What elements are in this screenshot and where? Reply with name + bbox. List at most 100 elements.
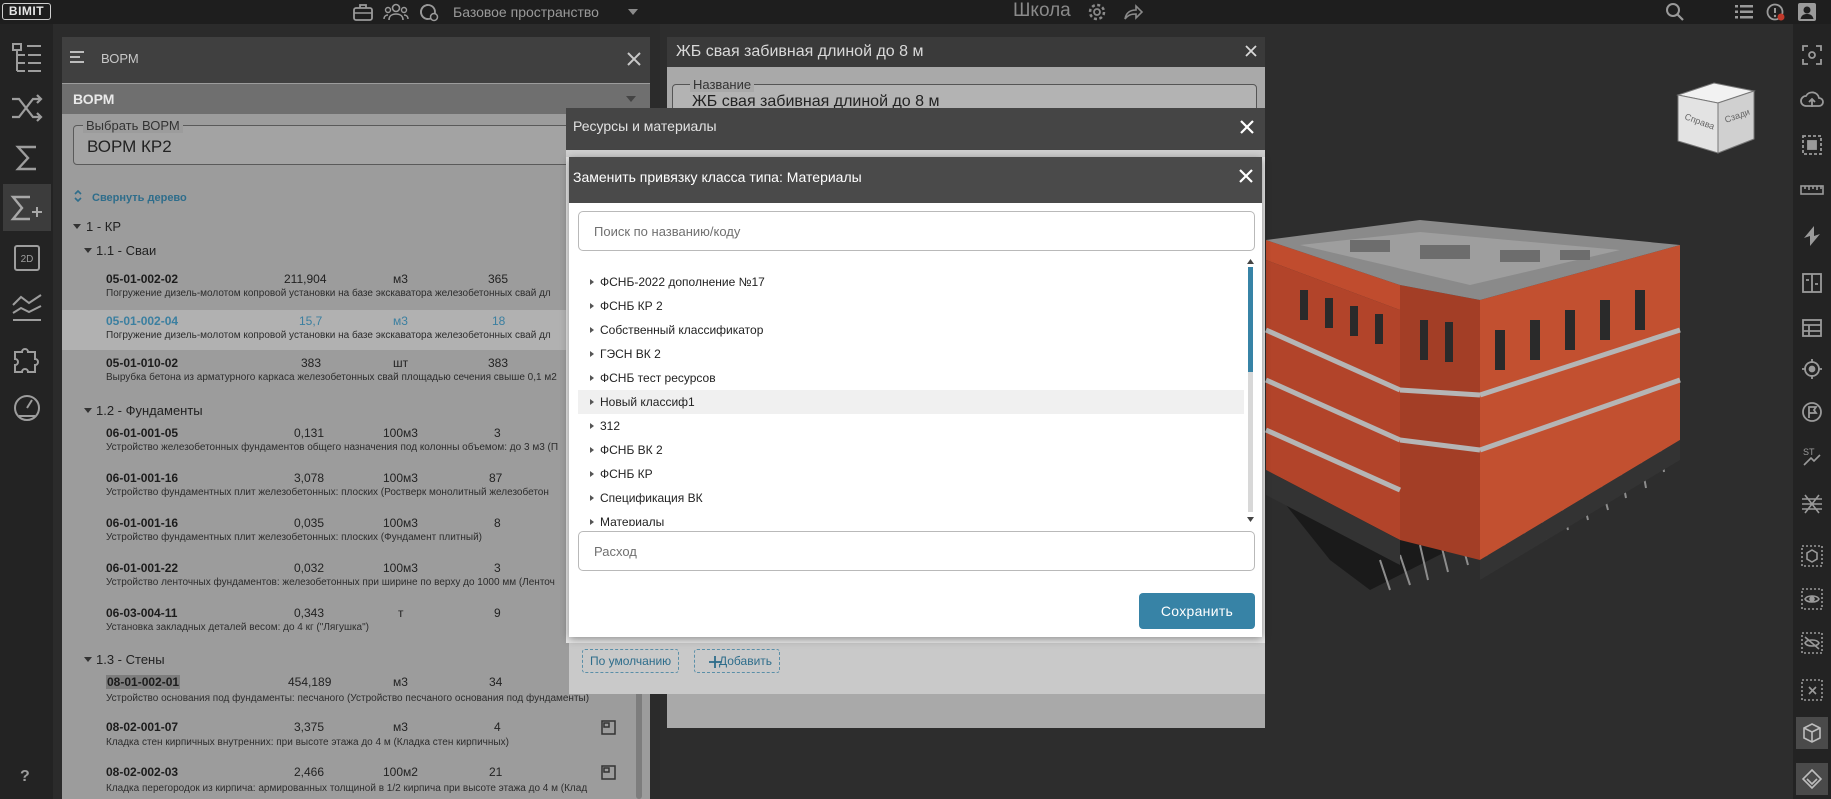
eye-off-icon[interactable] xyxy=(1796,627,1828,659)
rebar-icon[interactable] xyxy=(1796,488,1828,520)
default-button[interactable]: По умолчанию xyxy=(582,649,680,673)
classifier-scrollbar[interactable] xyxy=(1246,258,1255,523)
ruler-icon[interactable] xyxy=(1796,174,1828,206)
space-settings-icon[interactable] xyxy=(418,2,440,22)
close-icon[interactable] xyxy=(1244,44,1258,58)
drawing-icon[interactable] xyxy=(601,765,616,780)
tree-section-label[interactable]: 1.3 - Стены xyxy=(96,652,165,667)
list-icon[interactable] xyxy=(1733,2,1755,22)
grid-table-icon[interactable] xyxy=(1796,312,1828,344)
2d-icon[interactable]: 2D xyxy=(3,234,51,281)
navigation-cube[interactable]: Справа Сзади xyxy=(1674,79,1760,157)
caret-right-icon[interactable] xyxy=(590,423,594,429)
table-row[interactable]: 05-01-002-02 211,904 м3 365 Погружение д… xyxy=(62,266,640,310)
table-row[interactable]: 08-01-002-01 454,189 м3 34 Устройство ос… xyxy=(62,675,640,715)
user-icon[interactable] xyxy=(1796,2,1818,22)
shuffle-icon[interactable] xyxy=(3,84,51,131)
gauge-icon[interactable] xyxy=(3,384,51,431)
drawing-icon[interactable] xyxy=(601,720,616,735)
solid-cube-icon[interactable] xyxy=(1796,717,1828,749)
caret-right-icon[interactable] xyxy=(590,303,594,309)
consumption-placeholder: Расход xyxy=(594,544,637,559)
team-icon[interactable] xyxy=(383,2,409,22)
add-button[interactable]: Добавить xyxy=(694,649,781,673)
chevron-down-icon[interactable] xyxy=(626,96,636,102)
layers-icon[interactable] xyxy=(1796,763,1828,795)
classifier-item[interactable]: ФСНБ КР xyxy=(578,462,1244,486)
close-icon[interactable] xyxy=(626,51,642,67)
caret-right-icon[interactable] xyxy=(590,327,594,333)
classifier-item[interactable]: ФСНБ-2022 дополнение №17 xyxy=(578,270,1244,294)
select-box-icon[interactable] xyxy=(1796,129,1828,161)
row-count: 9 xyxy=(494,606,501,620)
sum-icon[interactable] xyxy=(3,134,51,181)
consumption-input[interactable] xyxy=(578,531,1255,571)
tree-icon[interactable] xyxy=(3,34,51,81)
help-icon[interactable]: ? xyxy=(20,768,30,786)
classifier-item[interactable]: Спецификация ВК xyxy=(578,486,1244,510)
classifier-item[interactable]: ФСНБ ВК 2 xyxy=(578,438,1244,462)
classifier-item[interactable]: Материалы xyxy=(578,510,1244,526)
space-selector[interactable]: Базовое пространство xyxy=(453,4,599,20)
focus-icon[interactable] xyxy=(1796,39,1828,71)
classifier-item[interactable]: ФСНБ тест ресурсов xyxy=(578,366,1244,390)
classifier-item[interactable]: ГЭСН ВК 2 xyxy=(578,342,1244,366)
caret-right-icon[interactable] xyxy=(590,279,594,285)
elevation-icon[interactable]: ST xyxy=(1796,440,1828,472)
classifier-item[interactable]: 312 xyxy=(578,414,1244,438)
caret-down-icon[interactable] xyxy=(84,408,92,413)
table-row[interactable]: 06-01-001-16 3,078 100м3 87 Устройство ф… xyxy=(62,471,640,511)
eye-icon[interactable] xyxy=(1796,583,1828,615)
caret-right-icon[interactable] xyxy=(590,447,594,453)
section-plane-icon[interactable] xyxy=(1796,220,1828,252)
vorm-panel-header xyxy=(62,37,650,83)
menu-icon[interactable] xyxy=(70,50,86,64)
tree-group-label[interactable]: 1 - КР xyxy=(86,219,121,234)
caret-right-icon[interactable] xyxy=(590,351,594,357)
close-icon[interactable] xyxy=(1238,168,1254,184)
table-row[interactable]: 06-01-001-05 0,131 100м3 3 Устройство же… xyxy=(62,426,640,466)
caret-right-icon[interactable] xyxy=(590,495,594,501)
puzzle-icon[interactable] xyxy=(3,334,51,381)
tree-section-label[interactable]: 1.1 - Сваи xyxy=(96,243,156,258)
sum-plus-icon[interactable] xyxy=(3,184,51,231)
notifications-icon[interactable] xyxy=(1764,2,1786,22)
vorm-section-header[interactable] xyxy=(62,84,650,114)
expand-collapse-icon[interactable] xyxy=(73,189,83,203)
target-icon[interactable] xyxy=(1796,353,1828,385)
cube-icon[interactable] xyxy=(1796,540,1828,572)
caret-down-icon[interactable] xyxy=(84,248,92,253)
table-row[interactable]: 06-01-001-22 0,032 100м3 3 Устройство ле… xyxy=(62,561,640,601)
caret-down-icon[interactable] xyxy=(84,657,92,662)
caret-right-icon[interactable] xyxy=(590,519,594,525)
vorm-select-value: ВОРМ КР2 xyxy=(87,137,172,156)
tree-section-label[interactable]: 1.2 - Фундаменты xyxy=(96,403,203,418)
classifier-item[interactable]: ФСНБ КР 2 xyxy=(578,294,1244,318)
table-row-selected[interactable]: 05-01-002-04 15,7 м3 18 Погружение дизел… xyxy=(62,310,640,350)
table-row[interactable]: 06-03-004-11 0,343 т 9 Установка закладн… xyxy=(62,606,640,646)
caret-right-icon[interactable] xyxy=(590,399,594,405)
table-row[interactable]: 08-02-002-03 2,466 100м2 21 Кладка перег… xyxy=(62,765,640,799)
table-row[interactable]: 08-02-001-07 3,375 м3 4 Кладка стен кирп… xyxy=(62,720,640,760)
save-button[interactable]: Сохранить xyxy=(1139,593,1255,629)
caret-down-icon[interactable] xyxy=(73,224,81,229)
caret-right-icon[interactable] xyxy=(590,375,594,381)
classifier-item[interactable]: Новый классиф1 xyxy=(578,390,1244,414)
search-icon[interactable] xyxy=(1664,2,1686,22)
table-row[interactable]: 05-01-010-02 383 шт 383 Вырубка бетона и… xyxy=(62,356,640,396)
split-view-icon[interactable] xyxy=(1796,267,1828,299)
flag-icon[interactable] xyxy=(1796,396,1828,428)
close-icon[interactable] xyxy=(1239,119,1255,135)
table-row[interactable]: 06-01-001-16 0,035 100м3 8 Устройство фу… xyxy=(62,516,640,556)
app-logo[interactable]: BIMIT xyxy=(2,3,51,20)
gear-icon[interactable] xyxy=(1086,2,1108,22)
box-x-icon[interactable] xyxy=(1796,674,1828,706)
share-icon[interactable] xyxy=(1122,2,1144,22)
classifier-item[interactable]: Собственный классификатор xyxy=(578,318,1244,342)
cloud-upload-icon[interactable] xyxy=(1796,84,1828,116)
briefcase-icon[interactable] xyxy=(352,2,374,22)
chevron-down-icon[interactable] xyxy=(628,9,638,15)
caret-right-icon[interactable] xyxy=(590,471,594,477)
chart-lines-icon[interactable] xyxy=(3,284,51,331)
collapse-tree-link[interactable]: Свернуть дерево xyxy=(92,192,187,204)
